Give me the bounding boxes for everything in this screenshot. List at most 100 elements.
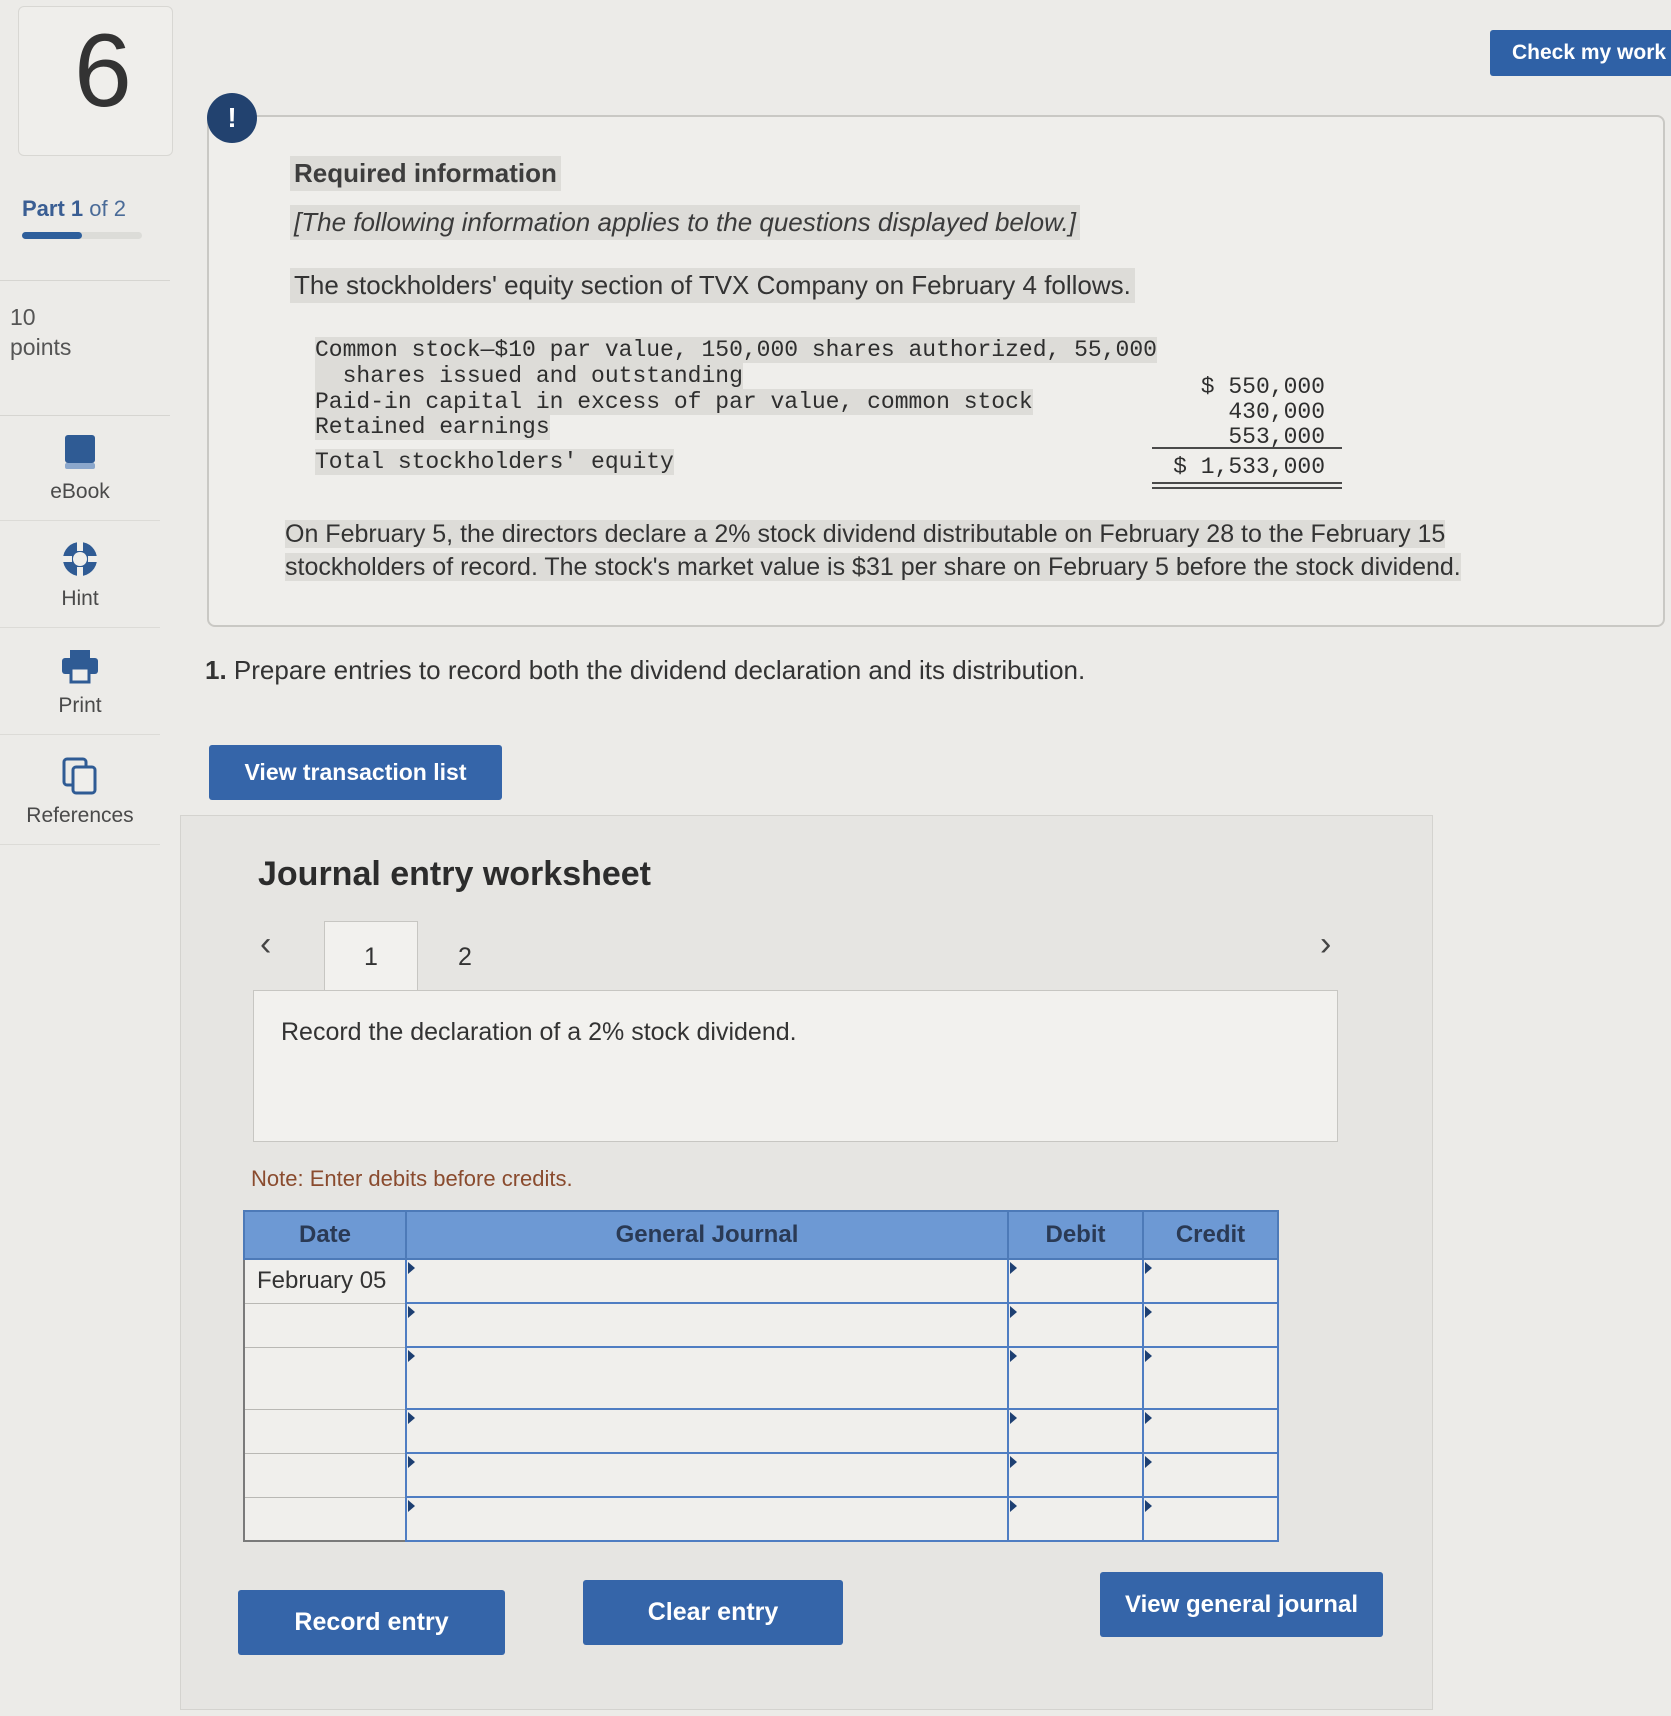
task-text: Prepare entries to record both the divid…: [233, 655, 1086, 685]
credit-input[interactable]: [1142, 1496, 1279, 1542]
journal-row: [243, 1346, 1279, 1410]
dropdown-marker-icon: [1145, 1262, 1152, 1274]
book-icon: [60, 432, 100, 472]
page: 6 Part 1 of 2 10 points eBook Hint Print…: [0, 0, 1671, 1716]
part-of: of: [89, 196, 108, 221]
journal-row: [243, 1496, 1279, 1542]
account-input[interactable]: [405, 1408, 1009, 1454]
column-header-debit: Debit: [1007, 1210, 1144, 1260]
debit-input[interactable]: [1007, 1496, 1144, 1542]
chevron-left-icon[interactable]: ‹: [260, 925, 271, 964]
column-header-general-journal: General Journal: [405, 1210, 1009, 1260]
credit-input[interactable]: [1142, 1302, 1279, 1348]
dropdown-marker-icon: [408, 1412, 415, 1424]
journal-table: Date General Journal Debit Credit Februa…: [243, 1210, 1279, 1542]
instruction-text: Record the declaration of a 2% stock div…: [281, 1018, 797, 1046]
printer-icon: [60, 646, 100, 686]
references-button[interactable]: References: [0, 740, 160, 845]
date-cell: February 05: [243, 1258, 407, 1304]
dropdown-marker-icon: [1010, 1350, 1017, 1362]
dropdown-marker-icon: [1010, 1412, 1017, 1424]
part-progress-fill: [22, 232, 82, 239]
lifebuoy-icon: [60, 539, 100, 579]
dropdown-marker-icon: [1145, 1350, 1152, 1362]
dropdown-marker-icon: [1145, 1500, 1152, 1512]
journal-row: [243, 1452, 1279, 1498]
date-cell: [243, 1346, 407, 1410]
copy-icon: [60, 756, 100, 796]
task-prompt: 1. Prepare entries to record both the di…: [205, 655, 1085, 686]
entry-note: Note: Enter debits before credits.: [251, 1166, 573, 1191]
account-input[interactable]: [405, 1302, 1009, 1348]
dropdown-marker-icon: [1010, 1262, 1017, 1274]
equity-line: Common stock—$10 par value, 150,000 shar…: [315, 337, 1157, 363]
credit-input[interactable]: [1142, 1258, 1279, 1304]
credit-input[interactable]: [1142, 1346, 1279, 1410]
journal-row: [243, 1302, 1279, 1348]
journal-row: February 05: [243, 1258, 1279, 1304]
account-input[interactable]: [405, 1346, 1009, 1410]
debit-input[interactable]: [1007, 1408, 1144, 1454]
dropdown-marker-icon: [408, 1500, 415, 1512]
tab-2[interactable]: 2: [418, 921, 512, 993]
clear-entry-button[interactable]: Clear entry: [583, 1580, 843, 1645]
check-my-work-button[interactable]: Check my work: [1490, 30, 1671, 76]
dropdown-marker-icon: [1010, 1306, 1017, 1318]
equity-intro: The stockholders' equity section of TVX …: [290, 268, 1135, 303]
dropdown-marker-icon: [1145, 1412, 1152, 1424]
dropdown-marker-icon: [1145, 1456, 1152, 1468]
chevron-right-icon[interactable]: ›: [1320, 925, 1331, 964]
account-input[interactable]: [405, 1496, 1009, 1542]
credit-input[interactable]: [1142, 1408, 1279, 1454]
required-subtitle: [The following information applies to th…: [290, 205, 1080, 240]
dropdown-marker-icon: [1010, 1500, 1017, 1512]
dividend-line: On February 5, the directors declare a 2…: [285, 520, 1446, 548]
equity-amount: 430,000: [1228, 399, 1325, 425]
date-cell: [243, 1452, 407, 1498]
hint-label: Hint: [61, 587, 99, 610]
dropdown-marker-icon: [408, 1262, 415, 1274]
equity-line: Retained earnings: [315, 414, 550, 440]
task-number: 1.: [205, 655, 227, 685]
instruction-box: [253, 990, 1338, 1142]
equity-total-amount: $ 1,533,000: [1173, 454, 1325, 480]
account-input[interactable]: [405, 1452, 1009, 1498]
references-label: References: [26, 804, 134, 827]
alert-icon: !: [207, 93, 257, 143]
dividend-description: On February 5, the directors declare a 2…: [285, 518, 1605, 584]
worksheet-title: Journal entry worksheet: [258, 855, 652, 893]
ebook-button[interactable]: eBook: [0, 416, 160, 521]
dropdown-marker-icon: [408, 1306, 415, 1318]
view-transaction-list-button[interactable]: View transaction list: [209, 745, 502, 800]
equity-total-rule: [1152, 482, 1342, 484]
part-progress-bar: [22, 232, 142, 239]
dropdown-marker-icon: [1010, 1456, 1017, 1468]
account-input[interactable]: [405, 1258, 1009, 1304]
part-word: Part: [22, 196, 65, 221]
equity-total-rule: [1152, 487, 1342, 489]
date-cell: [243, 1496, 407, 1542]
print-button[interactable]: Print: [0, 630, 160, 735]
tab-1[interactable]: 1: [324, 921, 418, 993]
journal-row: [243, 1408, 1279, 1454]
print-label: Print: [58, 694, 102, 717]
part-total: 2: [113, 196, 127, 221]
points-value: 10: [10, 304, 36, 330]
debit-input[interactable]: [1007, 1452, 1144, 1498]
hint-button[interactable]: Hint: [0, 523, 160, 628]
date-cell: [243, 1302, 407, 1348]
record-entry-button[interactable]: Record entry: [238, 1590, 505, 1655]
debit-input[interactable]: [1007, 1346, 1144, 1410]
part-label: Part 1 of 2: [22, 196, 126, 222]
rail-divider: [0, 280, 170, 281]
column-header-date: Date: [243, 1210, 407, 1260]
credit-input[interactable]: [1142, 1452, 1279, 1498]
debit-input[interactable]: [1007, 1302, 1144, 1348]
equity-line: Total stockholders' equity: [315, 449, 674, 475]
dropdown-marker-icon: [408, 1456, 415, 1468]
required-title: Required information: [290, 156, 561, 191]
equity-amount: $ 550,000: [1200, 374, 1325, 400]
journal-header-row: Date General Journal Debit Credit: [243, 1210, 1279, 1260]
debit-input[interactable]: [1007, 1258, 1144, 1304]
view-general-journal-button[interactable]: View general journal: [1100, 1572, 1383, 1637]
